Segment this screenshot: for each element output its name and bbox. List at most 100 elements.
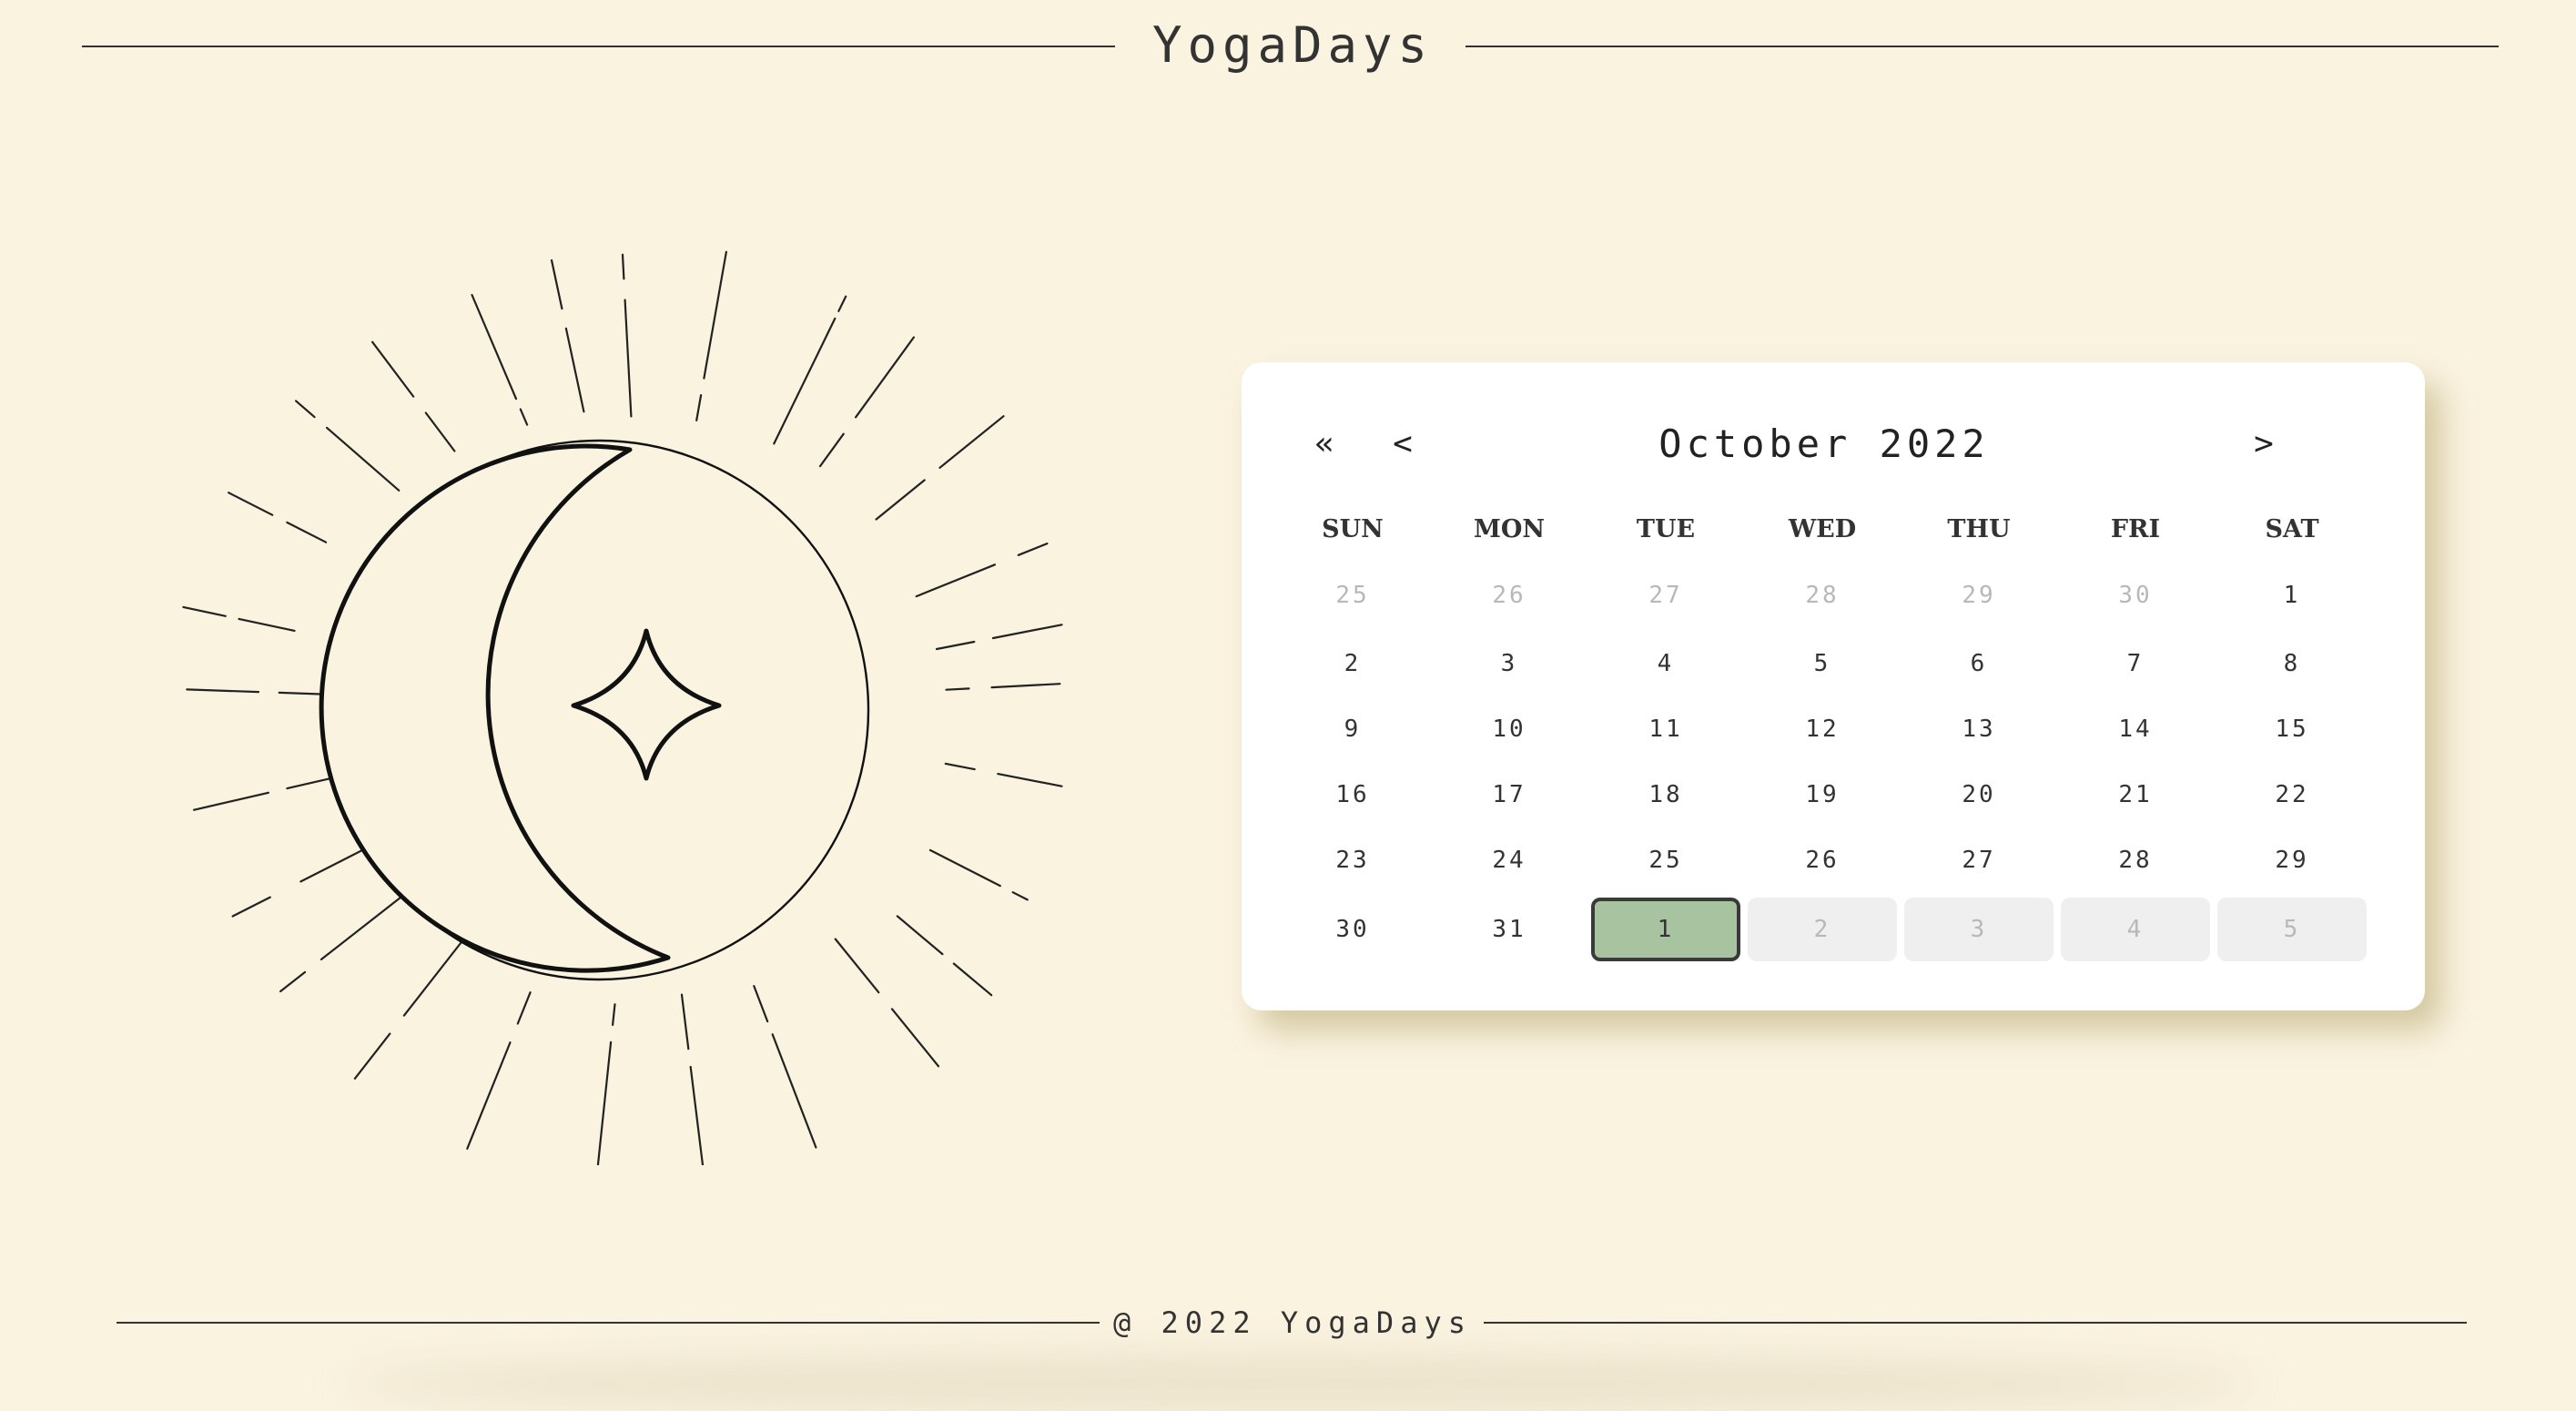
calendar-day[interactable]: 23 <box>1278 828 1427 892</box>
calendar-day[interactable]: 6 <box>1904 632 2054 695</box>
sun-ray-line <box>938 415 1005 469</box>
sun-ray-line <box>371 340 415 398</box>
weekday-tue: TUE <box>1636 515 1696 543</box>
calendar-day[interactable]: 5 <box>1748 632 1897 695</box>
calendar-day[interactable]: 13 <box>1904 697 2054 761</box>
sun-ray-line <box>771 1033 817 1149</box>
calendar-day[interactable]: 1 <box>2217 563 2367 627</box>
sun-ray-line <box>1017 543 1049 556</box>
calendar-day[interactable]: 7 <box>2061 632 2210 695</box>
sun-ray-line <box>611 1003 616 1027</box>
sun-ray-line <box>466 1040 512 1150</box>
sun-ray-line <box>991 624 1063 640</box>
calendar-day[interactable]: 30 <box>2061 563 2210 627</box>
sun-ray-line <box>915 563 997 598</box>
weekday-fri: FRI <box>2110 515 2161 543</box>
sun-ray-line <box>231 896 271 918</box>
calendar-day[interactable]: 9 <box>1278 697 1427 761</box>
sun-ray-line <box>516 991 532 1025</box>
footer-divider-left <box>117 1322 1100 1324</box>
prev-month-button[interactable]: < <box>1380 417 1425 472</box>
sun-ray-line <box>773 317 837 445</box>
sun-ray-line <box>564 327 585 413</box>
sun-ray-line <box>238 617 296 632</box>
sun-ray-line <box>596 1040 613 1165</box>
sun-ray-line <box>945 687 970 691</box>
calendar-day[interactable]: 2 <box>1748 898 1897 961</box>
sun-ray-line <box>753 984 769 1023</box>
calendar-day[interactable]: 16 <box>1278 763 1427 827</box>
sun-ray-line <box>182 605 227 617</box>
footer-shadow <box>346 1356 2257 1411</box>
sun-ray-line <box>890 1008 940 1068</box>
calendar-day[interactable]: 18 <box>1591 763 1740 827</box>
sun-ray-line <box>1011 891 1029 901</box>
sun-ray-line <box>295 400 316 419</box>
sun-ray-line <box>286 521 328 543</box>
calendar-day[interactable]: 10 <box>1435 697 1584 761</box>
calendar-day[interactable]: 3 <box>1904 898 2054 961</box>
sun-ray-line <box>935 640 976 651</box>
sun-ray-line <box>952 962 993 997</box>
calendar-day[interactable]: 22 <box>2217 763 2367 827</box>
calendar-day[interactable]: 29 <box>1904 563 2054 627</box>
sun-ray-line <box>621 253 625 280</box>
sun-ray-line <box>944 762 976 771</box>
calendar-day[interactable]: 14 <box>2061 697 2210 761</box>
weekday-sat: SAT <box>2265 515 2319 543</box>
sun-ray-line <box>353 1032 391 1080</box>
sun-ray-line <box>186 688 260 694</box>
weekday-wed: WED <box>1788 515 1857 543</box>
calendar-day[interactable]: 24 <box>1435 828 1584 892</box>
calendar-day[interactable]: 30 <box>1278 898 1427 961</box>
weekday-thu: THU <box>1947 515 2011 543</box>
calendar-day-selected[interactable]: 1 <box>1591 898 1740 961</box>
weekday-sun: SUN <box>1322 515 1384 543</box>
calendar-day[interactable]: 20 <box>1904 763 2054 827</box>
month-title[interactable]: October 2022 <box>1551 417 2097 472</box>
sun-ray-line <box>896 915 944 956</box>
footer-divider-right <box>1484 1322 2467 1324</box>
sun-ray-line <box>875 479 926 521</box>
calendar-day[interactable]: 26 <box>1748 828 1897 892</box>
sun-ray-line <box>192 791 269 811</box>
calendar-day[interactable]: 4 <box>2061 898 2210 961</box>
calendar-day[interactable]: 29 <box>2217 828 2367 892</box>
sun-ray-line <box>624 299 633 418</box>
calendar-day[interactable]: 26 <box>1435 563 1584 627</box>
calendar-day[interactable]: 15 <box>2217 697 2367 761</box>
sun-ray-line <box>834 938 880 994</box>
sun-ray-line <box>990 683 1061 689</box>
calendar-day[interactable]: 4 <box>1591 632 1740 695</box>
sun-ray-line <box>818 432 845 468</box>
calendar-day[interactable]: 31 <box>1435 898 1584 961</box>
calendar-day[interactable]: 25 <box>1591 828 1740 892</box>
sun-ray-line <box>519 408 529 426</box>
prev-year-button[interactable]: « <box>1302 417 1347 472</box>
sun-ray-line <box>326 426 401 492</box>
calendar-day[interactable]: 28 <box>2061 828 2210 892</box>
sun-ray-line <box>854 336 916 419</box>
sun-ray-line <box>279 970 307 993</box>
calendar-day[interactable]: 11 <box>1591 697 1740 761</box>
site-title[interactable]: YogaDays <box>1129 16 1456 74</box>
calendar-day[interactable]: 8 <box>2217 632 2367 695</box>
calendar-day[interactable]: 5 <box>2217 898 2367 961</box>
sun-ray-line <box>424 411 456 452</box>
calendar-day[interactable]: 2 <box>1278 632 1427 695</box>
calendar-day[interactable]: 27 <box>1591 563 1740 627</box>
calendar-day[interactable]: 21 <box>2061 763 2210 827</box>
sun-ray-line <box>695 394 703 421</box>
header-divider-left <box>82 46 1115 47</box>
calendar-day[interactable]: 25 <box>1278 563 1427 627</box>
sun-ray-line <box>703 250 728 380</box>
footer-copyright: @ 2022 YogaDays <box>1113 1305 1472 1340</box>
calendar-day[interactable]: 27 <box>1904 828 2054 892</box>
calendar-day[interactable]: 12 <box>1748 697 1897 761</box>
calendar-day[interactable]: 28 <box>1748 563 1897 627</box>
calendar-day[interactable]: 19 <box>1748 763 1897 827</box>
calendar-day[interactable]: 17 <box>1435 763 1584 827</box>
next-month-button[interactable]: > <box>2241 417 2287 472</box>
sun-ray-line <box>928 848 1001 888</box>
calendar-day[interactable]: 3 <box>1435 632 1584 695</box>
